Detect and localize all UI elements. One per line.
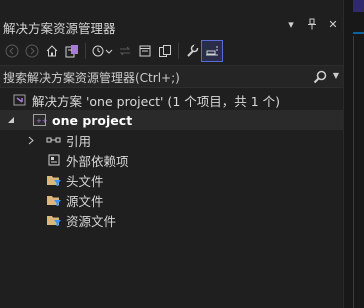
- tree-item-label: 源文件: [66, 193, 104, 209]
- external-dependencies-icon: [46, 152, 62, 168]
- preview-selected-items-icon[interactable]: [201, 40, 223, 62]
- tree-item-label: 外部依赖项: [66, 153, 129, 169]
- svg-text:++: ++: [36, 117, 48, 125]
- title-actions: ▾ ✕: [285, 16, 339, 32]
- editor-edge: [343, 0, 364, 308]
- tree-row-project[interactable]: ++ one project: [0, 110, 349, 130]
- tree-row-resource-files[interactable]: 资源文件: [0, 210, 364, 230]
- search-input[interactable]: 搜索解决方案资源管理器(Ctrl+;): [3, 69, 180, 86]
- tree-item-label: 引用: [66, 133, 92, 149]
- search-options-dropdown-icon[interactable]: ▼: [333, 71, 339, 80]
- sync-icon[interactable]: [115, 41, 135, 61]
- active-tab-indicator: [353, 32, 364, 34]
- back-icon[interactable]: [2, 41, 22, 61]
- search-icon[interactable]: [313, 69, 327, 88]
- filter-folder-icon: [46, 212, 62, 228]
- references-icon: [46, 132, 62, 148]
- editor-border: [353, 36, 354, 308]
- tree-row-source-files[interactable]: 源文件: [0, 190, 364, 210]
- pending-changes-filter-icon[interactable]: [89, 41, 115, 61]
- solution-icon: [12, 92, 28, 108]
- collapse-all-icon[interactable]: [135, 41, 155, 61]
- dropdown-arrow-icon[interactable]: ▾: [285, 16, 297, 32]
- switch-views-icon[interactable]: [62, 41, 82, 61]
- forward-icon[interactable]: [22, 41, 42, 61]
- solution-explorer-panel: 解决方案资源管理器 ▾ ✕ 搜索解决方案资源管理器(Ctrl+;) ▼ 解决方案…: [0, 0, 349, 308]
- home-icon[interactable]: [42, 41, 62, 61]
- properties-icon[interactable]: [182, 41, 202, 61]
- panel-titlebar: 解决方案资源管理器 ▾ ✕: [0, 14, 343, 37]
- pin-icon[interactable]: [306, 16, 318, 32]
- window-accent: [353, 0, 364, 12]
- tree-item-label: 资源文件: [66, 213, 117, 229]
- close-icon[interactable]: ✕: [327, 16, 339, 32]
- show-all-files-icon[interactable]: [155, 41, 175, 61]
- tree-item-label: 头文件: [66, 173, 104, 189]
- toolbar: [2, 40, 341, 62]
- toolbar-separator: [178, 43, 179, 59]
- tree-row-header-files[interactable]: 头文件: [0, 170, 364, 190]
- tree-row-references[interactable]: 引用: [0, 130, 364, 150]
- project-label: one project: [52, 112, 133, 128]
- tree-row-external-dependencies[interactable]: 外部依赖项: [0, 150, 364, 170]
- search-box[interactable]: 搜索解决方案资源管理器(Ctrl+;) ▼: [0, 65, 343, 88]
- cpp-project-icon: ++: [32, 112, 48, 128]
- collapsed-chevron-icon[interactable]: [26, 136, 36, 145]
- expanded-chevron-icon[interactable]: [6, 116, 16, 124]
- filter-folder-icon: [46, 192, 62, 208]
- panel-title: 解决方案资源管理器: [3, 21, 116, 36]
- solution-label: 解决方案 'one project' (1 个项目，共 1 个): [32, 93, 281, 109]
- tree-row-solution[interactable]: 解决方案 'one project' (1 个项目，共 1 个): [0, 90, 355, 110]
- toolbar-separator: [85, 43, 86, 59]
- filter-folder-icon: [46, 172, 62, 188]
